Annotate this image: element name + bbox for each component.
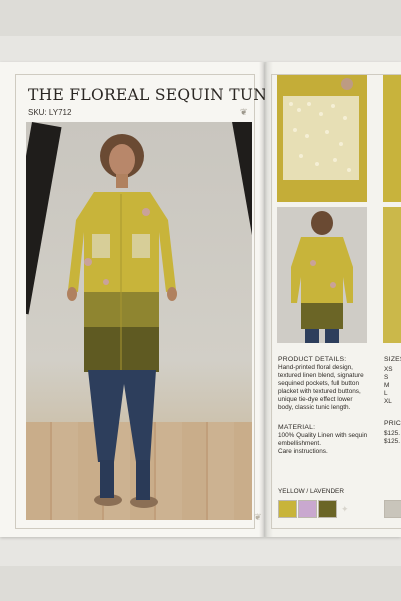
product-sku: SKU: LY712 xyxy=(28,108,72,117)
page-border-right xyxy=(271,74,401,529)
background-bottom xyxy=(0,566,401,601)
model-figure xyxy=(67,134,177,508)
product-title: THE FLOREAL SEQUIN TUNIC xyxy=(28,86,286,104)
main-product-photo xyxy=(26,122,252,520)
leaf-ornament-icon: ❦ xyxy=(240,107,248,117)
background-top xyxy=(0,0,401,36)
